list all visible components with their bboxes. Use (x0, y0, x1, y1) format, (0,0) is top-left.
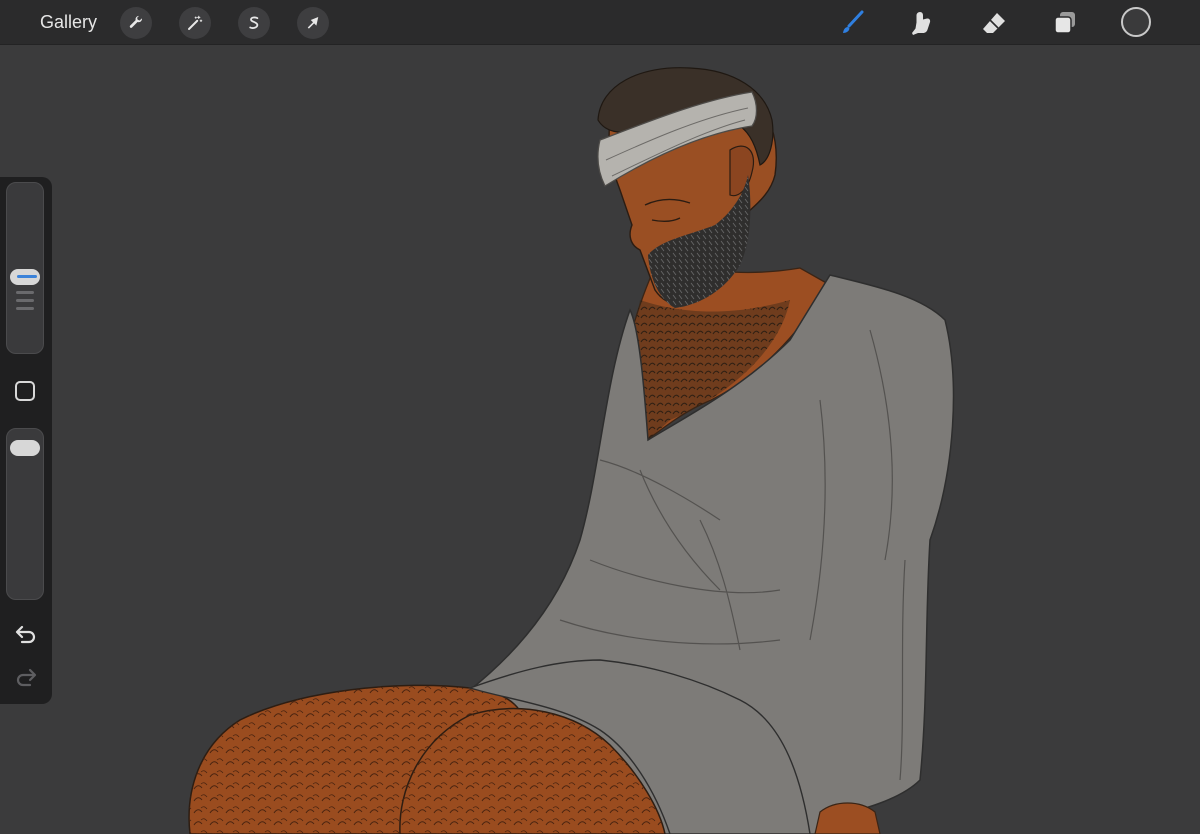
size-tick (16, 298, 34, 302)
wrench-icon (129, 15, 142, 28)
brush-size-thumb[interactable] (10, 268, 40, 285)
actions-button[interactable] (120, 7, 152, 39)
smudge-finger-icon (912, 12, 931, 35)
size-tick (16, 306, 34, 310)
brush-size-slider[interactable] (6, 182, 44, 354)
selection-s-icon (249, 16, 259, 29)
arrow-cursor-icon (307, 17, 319, 29)
layers-icon (1054, 12, 1075, 34)
drawing-canvas[interactable] (0, 45, 1200, 834)
artwork-illustration (188, 67, 955, 834)
modify-square-button[interactable] (15, 381, 35, 401)
magic-wand-icon (188, 15, 203, 30)
opacity-slider[interactable] (6, 428, 44, 600)
size-tick (16, 290, 34, 294)
brush-icon (843, 10, 864, 33)
eraser-tool-button[interactable] (977, 6, 1011, 40)
transform-button[interactable] (297, 7, 329, 39)
undo-arrow-icon[interactable] (13, 623, 39, 645)
gallery-button[interactable]: Gallery (40, 11, 97, 33)
color-picker-swatch[interactable] (1121, 7, 1151, 37)
redo-arrow-icon[interactable] (13, 666, 39, 688)
top-toolbar: Gallery (0, 0, 1200, 45)
layers-button[interactable] (1048, 6, 1082, 40)
adjustments-button[interactable] (179, 7, 211, 39)
brush-size-indicator (17, 274, 37, 278)
brush-tool-button[interactable] (835, 6, 869, 40)
smudge-tool-button[interactable] (905, 6, 939, 40)
left-sidebar (0, 177, 52, 704)
opacity-thumb[interactable] (10, 439, 40, 456)
selection-button[interactable] (238, 7, 270, 39)
eraser-icon (983, 13, 1005, 33)
